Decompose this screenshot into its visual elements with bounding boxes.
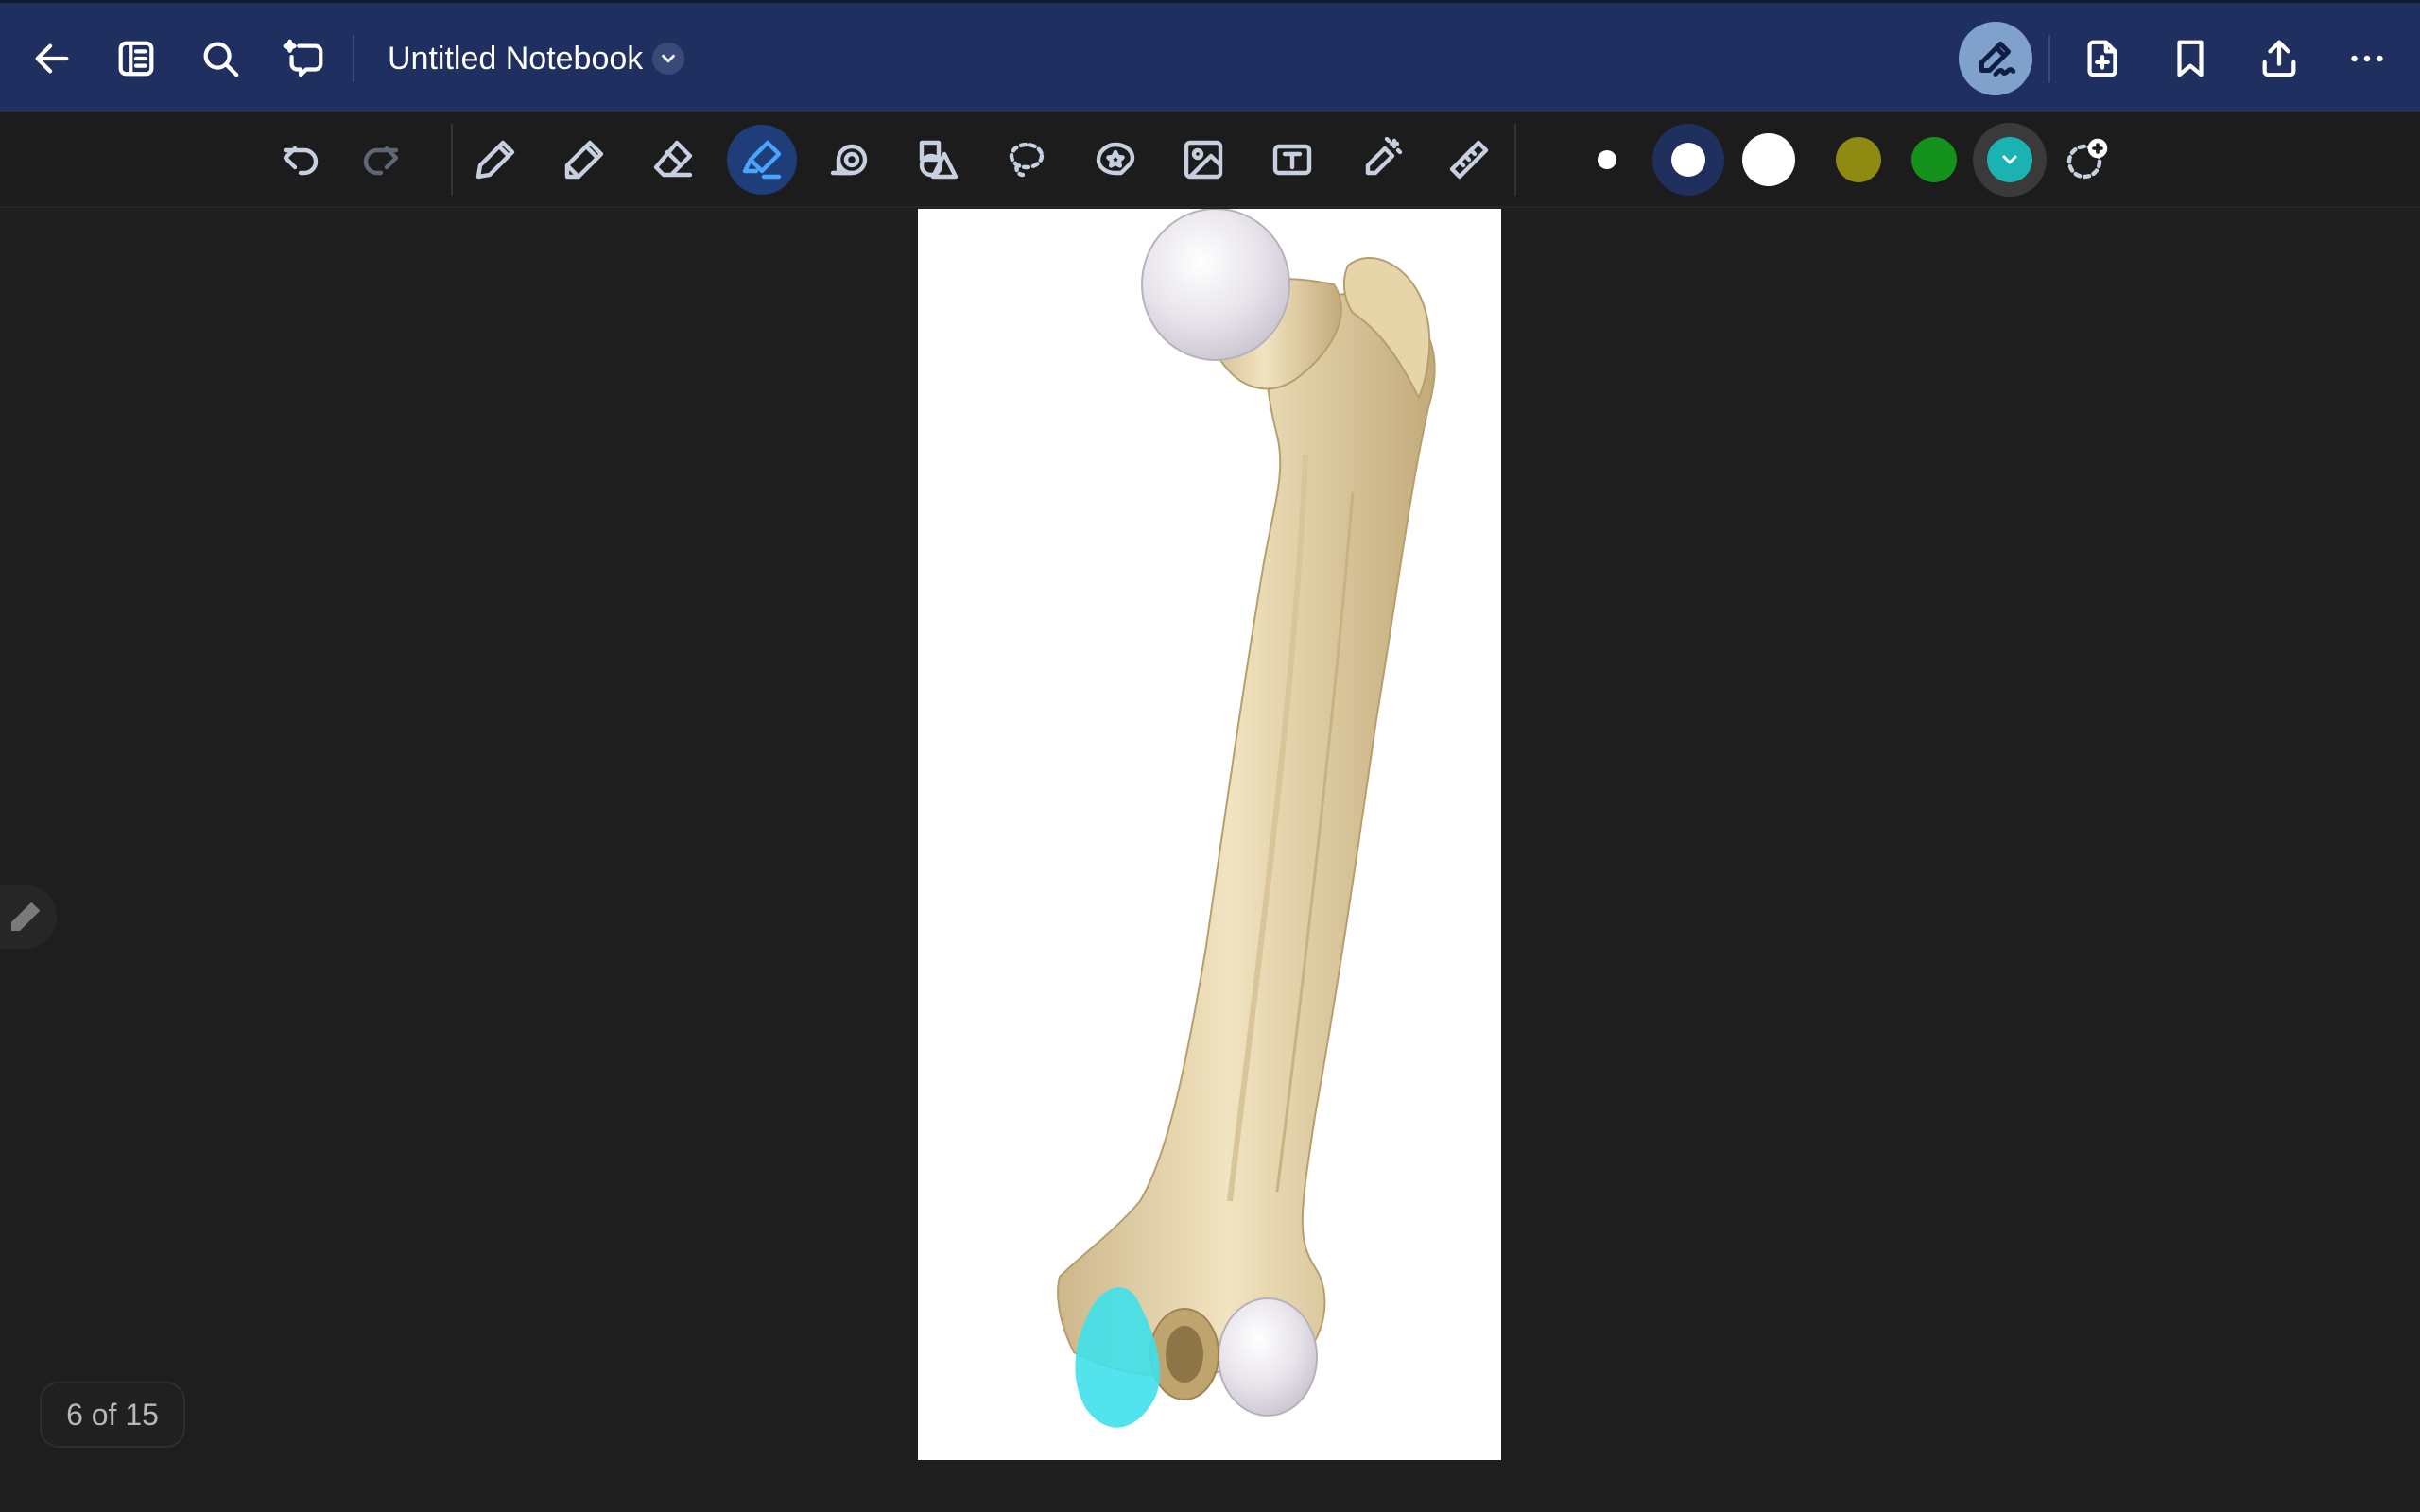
header-divider: [2048, 35, 2050, 82]
ruler-tool-icon[interactable]: [1434, 125, 1504, 195]
undo-icon[interactable]: [266, 125, 336, 195]
notebook-app: Untitled Notebook 6 of 15: [0, 0, 2420, 1512]
color-swatch-olive[interactable]: [1836, 137, 1881, 182]
search-icon[interactable]: [192, 30, 249, 87]
magic-pen-tool-icon[interactable]: [1346, 125, 1416, 195]
chevron-down-icon: [652, 43, 685, 75]
eraser-tool-icon[interactable]: [638, 125, 708, 195]
toolbar-divider: [451, 124, 453, 196]
pen-mode-icon[interactable]: [1959, 22, 2032, 95]
sticker-tool-icon[interactable]: [1080, 125, 1150, 195]
chevron-down-icon: [2002, 155, 2017, 164]
bookmark-icon[interactable]: [2162, 30, 2219, 87]
pen-tool-icon[interactable]: [460, 125, 530, 195]
tape-tool-icon[interactable]: [815, 125, 885, 195]
toolbar-divider: [1514, 124, 1516, 196]
color-swatch-teal[interactable]: [1987, 137, 2032, 182]
image-tool-icon[interactable]: [1168, 125, 1238, 195]
share-icon[interactable]: [2251, 30, 2308, 87]
stroke-size-large[interactable]: [1742, 133, 1795, 186]
page-indicator[interactable]: 6 of 15: [40, 1382, 185, 1448]
add-page-icon[interactable]: [2074, 30, 2131, 87]
sidebar-toggle-icon[interactable]: [108, 30, 164, 87]
stroke-size-medium[interactable]: [1671, 143, 1705, 177]
header-divider: [353, 35, 354, 82]
notebook-title: Untitled Notebook: [388, 41, 644, 77]
more-icon[interactable]: [2339, 30, 2395, 87]
notebook-page[interactable]: [918, 209, 1501, 1460]
drawing-toolbar: [0, 112, 2420, 208]
femur-bone-illustration: [1057, 209, 1436, 1428]
pencil-icon: [10, 902, 41, 932]
stroke-size-small[interactable]: [1598, 150, 1616, 169]
lasso-tool-icon[interactable]: [992, 125, 1062, 195]
text-box-tool-icon[interactable]: [1257, 125, 1327, 195]
pencil-tool-icon[interactable]: [549, 125, 619, 195]
color-swatch-green[interactable]: [1911, 137, 1957, 182]
highlighter-tool-icon[interactable]: [727, 125, 797, 195]
notebook-title-dropdown[interactable]: Untitled Notebook: [388, 34, 685, 83]
side-edit-tab[interactable]: [0, 885, 57, 949]
top-navigation-bar: Untitled Notebook: [0, 0, 2420, 112]
add-color-icon[interactable]: [2051, 125, 2121, 195]
shapes-tool-icon[interactable]: [904, 125, 974, 195]
back-arrow-icon[interactable]: [24, 30, 80, 87]
ai-assistant-icon[interactable]: [276, 30, 333, 87]
redo-icon[interactable]: [346, 125, 416, 195]
